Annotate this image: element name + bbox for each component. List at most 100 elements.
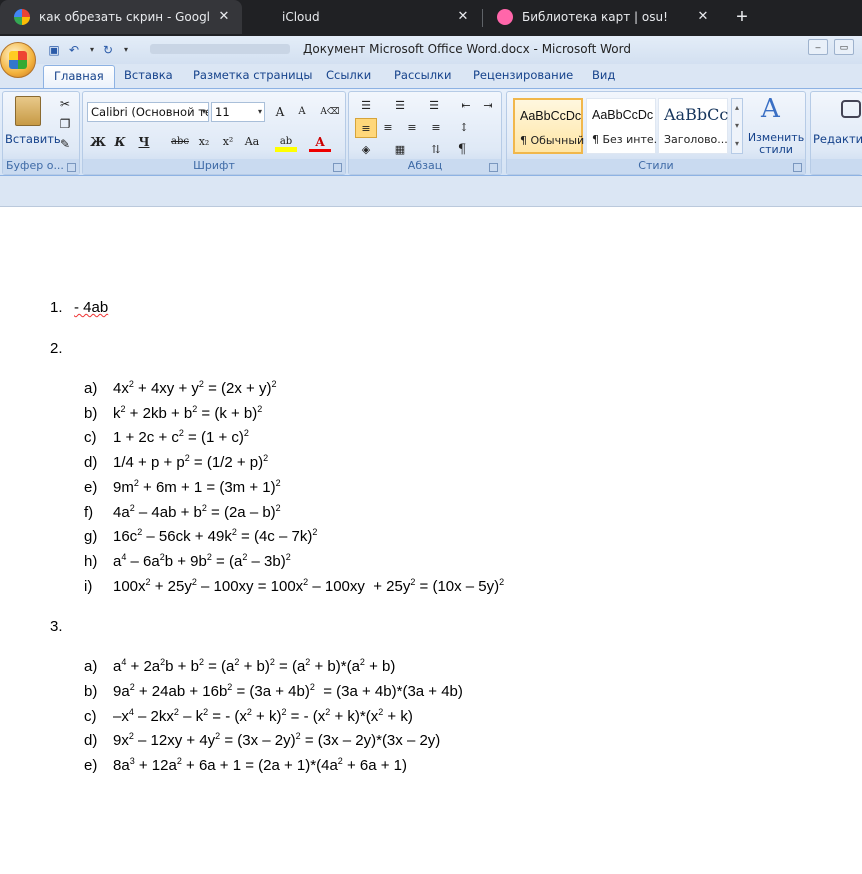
style-name: Заголово... bbox=[664, 133, 728, 146]
change-styles-icon[interactable]: A bbox=[761, 94, 780, 124]
increase-indent-icon[interactable]: ⇥ bbox=[477, 96, 499, 116]
show-formatting-icon[interactable]: ¶ bbox=[451, 140, 473, 160]
subscript-button[interactable]: x₂ bbox=[193, 132, 215, 152]
paste-icon[interactable] bbox=[15, 96, 41, 126]
font-family-select[interactable]: Calibri (Основной те ▾ bbox=[87, 102, 209, 122]
style-normal[interactable]: AaBbCcDc ¶ Обычный bbox=[513, 98, 584, 154]
binoculars-icon[interactable] bbox=[841, 100, 861, 118]
cut-icon[interactable]: ✂ bbox=[54, 94, 76, 114]
tab-insert[interactable]: Вставка bbox=[124, 68, 173, 82]
editing-button[interactable]: Редактир bbox=[813, 132, 862, 146]
font-label: Шрифт bbox=[83, 159, 345, 174]
clipboard-group: Вставить ✂ ❐ ✎ Буфер о... bbox=[2, 91, 80, 175]
superscript-button[interactable]: x² bbox=[217, 132, 239, 152]
list-letter: a) bbox=[84, 380, 98, 397]
tab-view[interactable]: Вид bbox=[592, 68, 615, 82]
task-1-answer: - 4ab bbox=[74, 299, 108, 316]
styles-scroll[interactable]: ▴ ▾ ▾ bbox=[731, 98, 743, 154]
title-bar: ▣ ↶ ▾ ↻ ▾ Документ Microsoft Office Word… bbox=[0, 36, 862, 64]
align-left-icon[interactable]: ≡ bbox=[355, 118, 377, 138]
list-letter: e) bbox=[84, 757, 98, 775]
copy-icon[interactable]: ❐ bbox=[54, 114, 76, 134]
new-tab-button[interactable]: + bbox=[733, 6, 751, 29]
browser-tab-osu[interactable]: Библиотека карт | osu! ✕ bbox=[483, 0, 721, 34]
dialog-launcher-icon[interactable] bbox=[333, 163, 342, 172]
task-number: 1. bbox=[50, 299, 63, 316]
style-name: ¶ Без инте... bbox=[592, 133, 665, 146]
font-size-value: 11 bbox=[215, 105, 230, 119]
list-letter: c) bbox=[84, 707, 97, 725]
formula-line: a4 + 2a2b + b2 = (a2 + b)2 = (a2 + b)*(a… bbox=[113, 657, 396, 676]
strikethrough-button[interactable]: abc bbox=[169, 132, 191, 152]
dialog-launcher-icon[interactable] bbox=[793, 163, 802, 172]
numbering-icon[interactable]: ☰ bbox=[389, 96, 411, 116]
list-letter: g) bbox=[84, 528, 98, 546]
tab-review[interactable]: Рецензирование bbox=[473, 68, 573, 82]
apple-icon bbox=[257, 9, 273, 25]
change-styles-button[interactable]: Изменить стили bbox=[747, 132, 805, 156]
multilevel-list-icon[interactable]: ☰ bbox=[423, 96, 445, 116]
tab-home[interactable]: Главная bbox=[43, 65, 115, 89]
formula-line: –x4 – 2kx2 – k2 = - (x2 + k)2 = - (x2 + … bbox=[113, 706, 413, 725]
browser-tab-google[interactable]: как обрезать скрин - Google Se ✕ bbox=[0, 0, 242, 34]
shrink-font-icon[interactable]: A bbox=[291, 102, 313, 122]
font-color-icon[interactable]: A bbox=[309, 132, 331, 152]
browser-tab-strip: как обрезать скрин - Google Se ✕ iCloud … bbox=[0, 0, 862, 36]
list-letter: b) bbox=[84, 404, 98, 422]
customize-toolbar-icon[interactable]: ▾ bbox=[119, 43, 133, 57]
style-preview: AaBbCcDc bbox=[520, 109, 582, 123]
redo-icon[interactable]: ↻ bbox=[101, 43, 115, 57]
browser-tab-icloud[interactable]: iCloud ✕ bbox=[243, 0, 481, 34]
sort-icon[interactable]: ⇅ bbox=[425, 140, 447, 160]
maximize-button[interactable]: ▭ bbox=[834, 39, 854, 55]
bullets-icon[interactable]: ☰ bbox=[355, 96, 377, 116]
dialog-launcher-icon[interactable] bbox=[67, 163, 76, 172]
style-preview: AaBbCcDc bbox=[592, 108, 654, 122]
chevron-down-icon[interactable]: ▾ bbox=[85, 43, 99, 57]
tab-title: iCloud bbox=[282, 10, 320, 24]
ribbon-tabs: Главная Вставка Разметка страницы Ссылки… bbox=[0, 64, 862, 89]
save-icon[interactable]: ▣ bbox=[47, 43, 61, 57]
paragraph-label: Абзац bbox=[349, 159, 501, 174]
list-letter: a) bbox=[84, 658, 98, 675]
formula-line: 9x2 – 12xy + 4y2 = (3x – 2y)2 = (3x – 2y… bbox=[113, 731, 441, 750]
borders-icon[interactable]: ▦ bbox=[389, 140, 411, 160]
italic-button[interactable]: К bbox=[109, 132, 131, 152]
bold-button[interactable]: Ж bbox=[87, 132, 109, 152]
dialog-launcher-icon[interactable] bbox=[489, 163, 498, 172]
grow-font-icon[interactable]: A bbox=[269, 102, 291, 122]
align-right-icon[interactable]: ≡ bbox=[401, 118, 423, 138]
clear-formatting-icon[interactable]: A⌫ bbox=[319, 102, 341, 122]
document-page[interactable]: 1. - 4ab 2. a) 4x2 + 4xy + y2 = (2x + y)2… bbox=[0, 206, 862, 874]
google-icon bbox=[14, 9, 30, 25]
formula-line: 1/4 + p + p2 = (1/2 + p)2 bbox=[113, 453, 269, 472]
highlight-icon[interactable]: ab bbox=[275, 132, 297, 152]
close-tab-icon[interactable]: ✕ bbox=[455, 9, 471, 24]
font-size-select[interactable]: 11 ▾ bbox=[211, 102, 265, 122]
chevron-down-icon: ▾ bbox=[257, 107, 262, 116]
justify-icon[interactable]: ≡ bbox=[425, 118, 447, 138]
style-heading[interactable]: AaBbCc Заголово... bbox=[658, 98, 728, 154]
align-center-icon[interactable]: ≡ bbox=[377, 118, 399, 138]
list-letter: i) bbox=[84, 577, 93, 595]
close-tab-icon[interactable]: ✕ bbox=[695, 9, 711, 24]
undo-icon[interactable]: ↶ bbox=[67, 43, 81, 57]
underline-button[interactable]: Ч bbox=[133, 132, 155, 152]
paste-button[interactable]: Вставить bbox=[5, 132, 61, 146]
formula-line: k2 + 2kb + b2 = (k + b)2 bbox=[113, 403, 263, 422]
minimize-button[interactable]: – bbox=[808, 39, 828, 55]
change-case-button[interactable]: Aa bbox=[241, 132, 263, 152]
decrease-indent-icon[interactable]: ⇤ bbox=[455, 96, 477, 116]
shading-icon[interactable]: ◈ bbox=[355, 140, 377, 160]
tab-mailings[interactable]: Рассылки bbox=[394, 68, 451, 82]
osu-icon bbox=[497, 9, 513, 25]
formula-line: 9m2 + 6m + 1 = (3m + 1)2 bbox=[113, 477, 281, 496]
style-no-spacing[interactable]: AaBbCcDc ¶ Без инте... bbox=[586, 98, 664, 154]
format-painter-icon[interactable]: ✎ bbox=[54, 134, 76, 154]
tab-references[interactable]: Ссылки bbox=[326, 68, 371, 82]
line-spacing-icon[interactable]: ↕ bbox=[453, 118, 475, 138]
ribbon: Вставить ✂ ❐ ✎ Буфер о... Calibri (Основ… bbox=[0, 88, 862, 176]
tab-page-layout[interactable]: Разметка страницы bbox=[193, 68, 312, 82]
close-tab-icon[interactable]: ✕ bbox=[216, 9, 232, 24]
formula-line: 100x2 + 25y2 – 100xy = 100x2 – 100xy + 2… bbox=[113, 576, 505, 595]
